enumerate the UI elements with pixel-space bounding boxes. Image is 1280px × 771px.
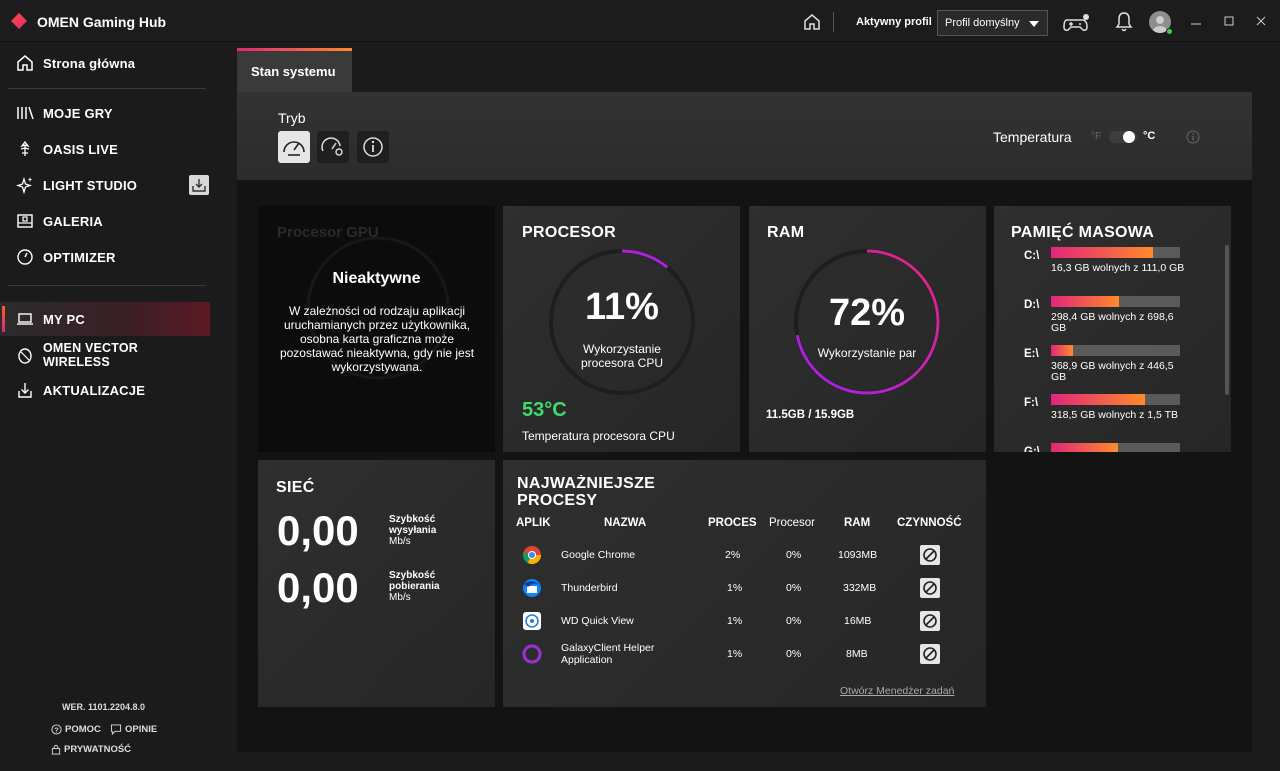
end-process-button[interactable] [920,578,940,598]
process-cpu: 0% [786,549,802,561]
block-icon [923,548,937,562]
process-ram: 1093MB [838,549,878,561]
processes-title: NAJWAŻNIEJSZE PROCESY [517,475,656,505]
thunderbird-icon [523,579,541,597]
process-proc: 1% [727,582,743,594]
open-task-manager-link[interactable]: Otwórz Menedżer zadań [840,685,954,697]
block-icon [923,581,937,595]
process-cpu: 0% [786,615,802,627]
upload-speed-label: Szybkość wysyłania Mb/s [389,514,436,547]
upload-label-line2: wysyłania [389,525,437,536]
help-label: POMOC [65,724,101,735]
download-label-line2: pobierania [389,581,440,592]
process-proc: 1% [727,648,743,660]
galaxy-icon [522,644,542,664]
process-name: GalaxyClient Helper Application [561,642,655,666]
feedback-link[interactable]: OPINIE [110,724,157,735]
chrome-icon [522,546,541,565]
download-speed-label: Szybkość pobierania Mb/s [389,570,440,603]
privacy-label: PRYWATNOŚĆ [64,744,132,755]
process-cpu: 0% [786,582,802,594]
privacy-link[interactable]: PRYWATNOŚĆ [51,744,131,755]
end-process-button[interactable] [920,644,940,664]
question-icon: ? [51,724,62,735]
drive-usage-bar [1051,345,1180,356]
drive-usage-bar [1051,296,1180,307]
col-header-action: CZYNNOŚĆ [897,517,962,529]
drive-letter: F:\ [1024,397,1039,409]
col-header-app: APLIK [516,517,551,529]
wd-icon [523,612,541,630]
drive-usage-fill [1051,394,1145,405]
upload-label-line1: Szybkość [389,514,436,525]
drive-free-text: 318,5 GB wolnych z 1,5 TB [1051,409,1179,421]
process-name: WD Quick View [561,615,634,627]
svg-text:?: ? [54,725,59,734]
drive-letter: D:\ [1024,299,1040,311]
drive-free-text: 298,4 GB wolnych z 698,6 GB [1051,311,1174,334]
feedback-label: OPINIE [125,724,158,735]
download-label-line1: Szybkość [389,570,436,581]
block-icon [923,614,937,628]
drive-usage-fill [1051,345,1073,356]
drive-usage-bar [1051,394,1180,405]
process-cpu: 0% [786,648,802,660]
drive-usage-fill [1051,296,1119,307]
lock-icon [51,744,61,755]
col-header-name: NAZWA [604,517,647,529]
process-name: Google Chrome [561,549,636,561]
drive-letter: G:\ [1024,446,1040,452]
process-proc: 2% [725,549,741,561]
process-proc: 1% [727,615,743,627]
drive-usage-bar [1051,247,1180,258]
upload-speed-value: 0,00 [277,507,359,554]
help-link[interactable]: ? POMOC [51,724,101,735]
network-title: SIEĆ [276,479,315,496]
download-unit: Mb/s [389,592,411,603]
download-speed-value: 0,00 [277,564,359,611]
drive-letter: C:\ [1024,250,1040,262]
feedback-icon [110,724,122,735]
process-ram: 332MB [843,582,877,594]
col-header-cpu: Procesor [769,517,816,529]
col-header-process: PROCES [708,517,757,529]
drive-usage-fill [1051,443,1118,452]
drive-usage-fill [1051,247,1153,258]
end-process-button[interactable] [920,545,940,565]
process-ram: 16MB [844,615,872,627]
drive-free-text: 16,3 GB wolnych z 111,0 GB [1051,262,1185,274]
drive-free-text: 368,9 GB wolnych z 446,5 GB [1051,360,1174,383]
end-process-button[interactable] [920,611,940,631]
process-ram: 8MB [846,648,868,660]
drive-letter: E:\ [1024,348,1039,360]
process-name: Thunderbird [561,582,618,594]
version-label: WER. 1101.2204.8.0 [62,702,146,712]
drive-usage-bar [1051,443,1180,452]
storage-scrollbar[interactable] [1225,245,1229,395]
drive-list: C:\ 16,3 GB wolnych z 111,0 GB D:\ 298,4 GB… [0,0,1280,452]
col-header-ram: RAM [844,517,871,529]
block-icon [923,647,937,661]
upload-unit: Mb/s [389,536,411,547]
